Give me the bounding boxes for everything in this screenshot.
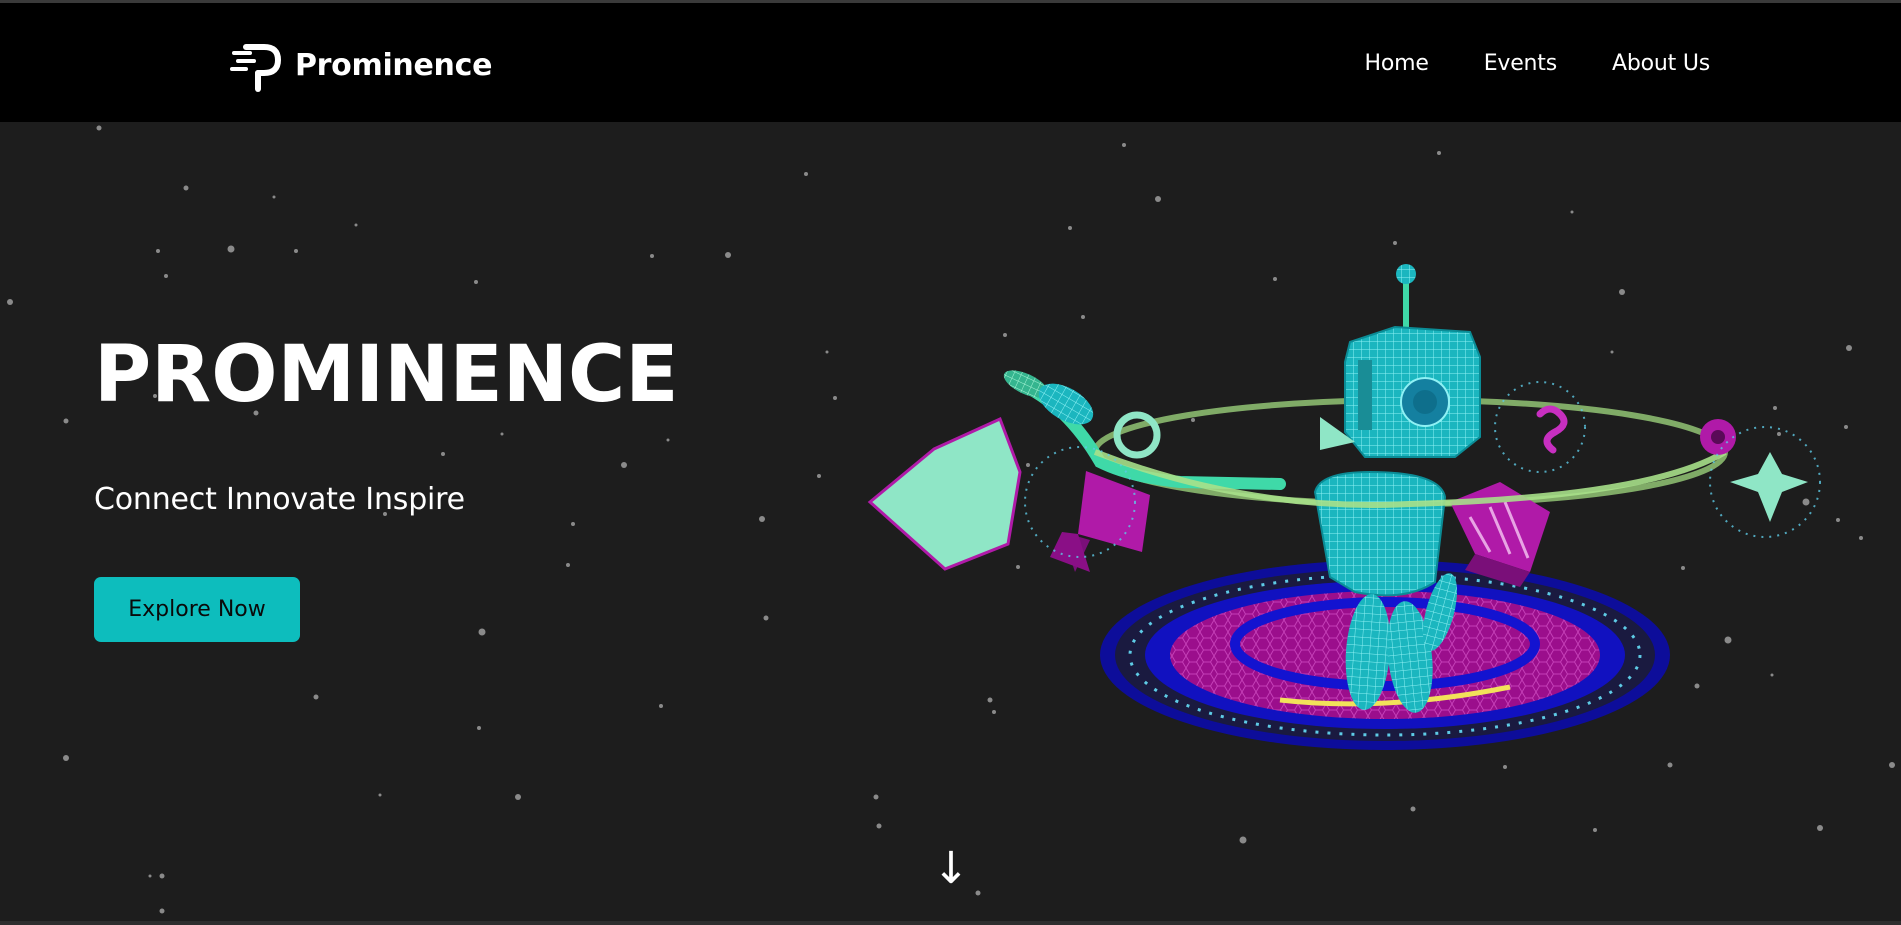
brand-name: Prominence <box>295 47 493 83</box>
gear-shape <box>1700 419 1736 455</box>
nav-links: Home Events About Us <box>1365 51 1711 76</box>
swirl-shape <box>1536 405 1568 454</box>
nav-link-home[interactable]: Home <box>1365 51 1429 76</box>
nav-link-events[interactable]: Events <box>1484 51 1557 76</box>
hexagon-shape <box>867 416 1022 571</box>
hero-title: PROMINENCE <box>94 330 679 420</box>
robot-head <box>1320 264 1481 458</box>
star-shape <box>1730 452 1808 522</box>
explore-now-button[interactable]: Explore Now <box>94 577 300 642</box>
arrow-down-icon[interactable]: ↓ <box>933 844 970 894</box>
bottom-border <box>0 921 1901 925</box>
brand[interactable]: Prominence <box>226 37 492 93</box>
nav-link-about-us[interactable]: About Us <box>1612 51 1710 76</box>
robot-illustration <box>867 264 1821 750</box>
hero-tagline: Connect Innovate Inspire <box>94 482 465 517</box>
prominence-logo-icon <box>230 44 282 92</box>
hero-section: PROMINENCE Connect Innovate Inspire Expl… <box>0 122 1901 921</box>
cube-shape <box>1050 471 1150 572</box>
navbar: Prominence Home Events About Us <box>0 3 1901 122</box>
